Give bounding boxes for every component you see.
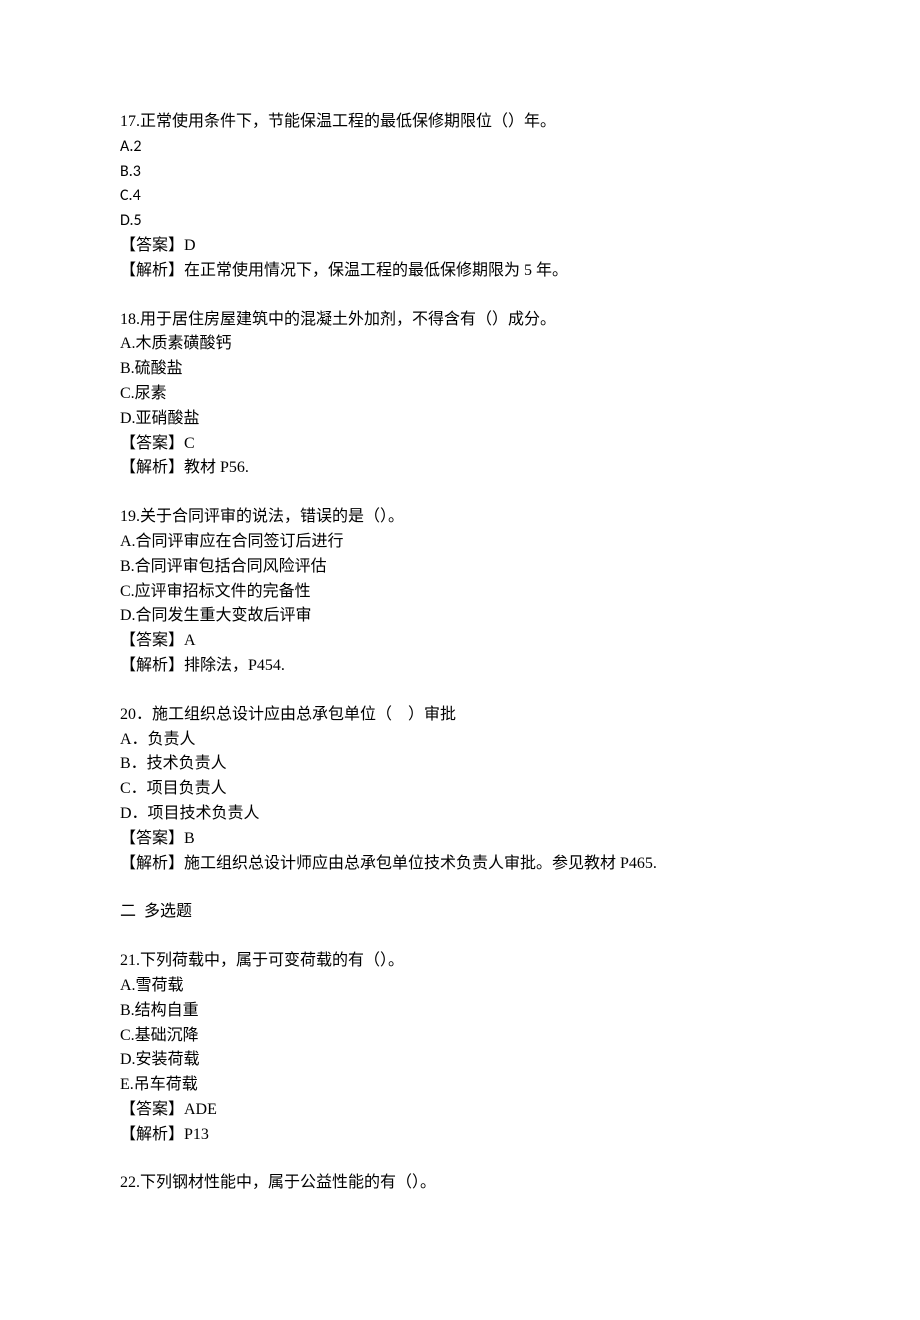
section-2-title: 二 多选题 bbox=[120, 900, 800, 925]
option-d: D．项目技术负责人 bbox=[120, 802, 800, 827]
question-18: 18.用于居住房屋建筑中的混凝土外加剂，不得含有（）成分。 A.木质素磺酸钙 B… bbox=[120, 308, 800, 482]
explanation-line: 【解析】P13 bbox=[120, 1123, 800, 1148]
option-c: C.应评审招标文件的完备性 bbox=[120, 580, 800, 605]
option-b: B．技术负责人 bbox=[120, 752, 800, 777]
answer-line: 【答案】B bbox=[120, 827, 800, 852]
document-page: 17.正常使用条件下，节能保温工程的最低保修期限位（）年。 A.2 B.3 C.… bbox=[0, 0, 920, 1320]
option-b: B.硫酸盐 bbox=[120, 357, 800, 382]
explanation-line: 【解析】教材 P56. bbox=[120, 456, 800, 481]
option-b: B.结构自重 bbox=[120, 999, 800, 1024]
option-d: D.安装荷载 bbox=[120, 1048, 800, 1073]
option-d: D.合同发生重大变故后评审 bbox=[120, 604, 800, 629]
option-a: A.木质素磺酸钙 bbox=[120, 332, 800, 357]
option-d: D.5 bbox=[120, 209, 800, 234]
option-a: A.雪荷载 bbox=[120, 974, 800, 999]
question-stem: 19.关于合同评审的说法，错误的是（）。 bbox=[120, 505, 800, 530]
answer-line: 【答案】A bbox=[120, 629, 800, 654]
option-c: C.尿素 bbox=[120, 382, 800, 407]
question-17: 17.正常使用条件下，节能保温工程的最低保修期限位（）年。 A.2 B.3 C.… bbox=[120, 110, 800, 284]
answer-line: 【答案】D bbox=[120, 234, 800, 259]
question-stem: 18.用于居住房屋建筑中的混凝土外加剂，不得含有（）成分。 bbox=[120, 308, 800, 333]
question-19: 19.关于合同评审的说法，错误的是（）。 A.合同评审应在合同签订后进行 B.合… bbox=[120, 505, 800, 679]
question-21: 21.下列荷载中，属于可变荷载的有（）。 A.雪荷载 B.结构自重 C.基础沉降… bbox=[120, 949, 800, 1147]
explanation-line: 【解析】排除法，P454. bbox=[120, 654, 800, 679]
option-a: A.2 bbox=[120, 135, 800, 160]
question-22: 22.下列钢材性能中，属于公益性能的有（）。 bbox=[120, 1171, 800, 1196]
option-a: A．负责人 bbox=[120, 728, 800, 753]
option-c: C．项目负责人 bbox=[120, 777, 800, 802]
question-20: 20．施工组织总设计应由总承包单位（ ）审批 A．负责人 B．技术负责人 C．项… bbox=[120, 703, 800, 877]
question-stem: 21.下列荷载中，属于可变荷载的有（）。 bbox=[120, 949, 800, 974]
explanation-line: 【解析】施工组织总设计师应由总承包单位技术负责人审批。参见教材 P465. bbox=[120, 852, 800, 877]
explanation-line: 【解析】在正常使用情况下，保温工程的最低保修期限为 5 年。 bbox=[120, 259, 800, 284]
option-b: B.合同评审包括合同风险评估 bbox=[120, 555, 800, 580]
option-b: B.3 bbox=[120, 160, 800, 185]
question-stem: 20．施工组织总设计应由总承包单位（ ）审批 bbox=[120, 703, 800, 728]
option-a: A.合同评审应在合同签订后进行 bbox=[120, 530, 800, 555]
option-c: C.基础沉降 bbox=[120, 1024, 800, 1049]
option-e: E.吊车荷载 bbox=[120, 1073, 800, 1098]
question-stem: 17.正常使用条件下，节能保温工程的最低保修期限位（）年。 bbox=[120, 110, 800, 135]
answer-line: 【答案】C bbox=[120, 432, 800, 457]
question-stem: 22.下列钢材性能中，属于公益性能的有（）。 bbox=[120, 1171, 800, 1196]
option-c: C.4 bbox=[120, 184, 800, 209]
option-d: D.亚硝酸盐 bbox=[120, 407, 800, 432]
answer-line: 【答案】ADE bbox=[120, 1098, 800, 1123]
